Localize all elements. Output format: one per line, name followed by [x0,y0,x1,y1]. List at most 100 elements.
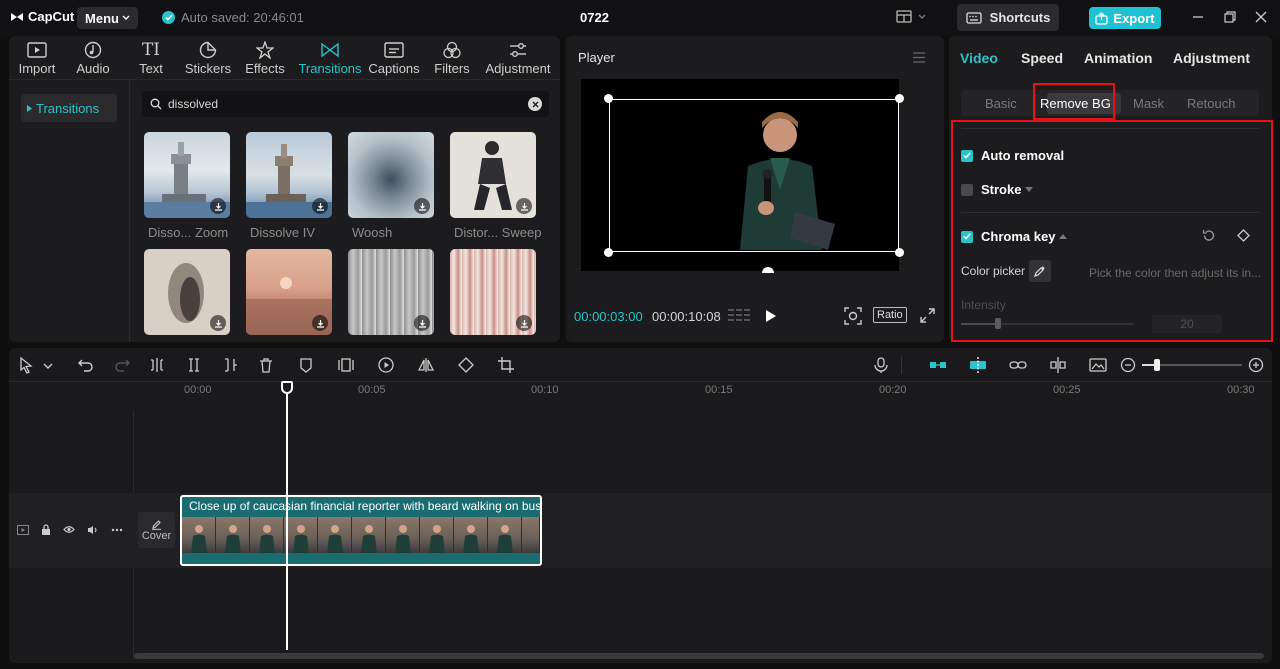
cover-button[interactable]: Cover [138,512,175,548]
intensity-value[interactable]: 20 [1152,315,1222,333]
eye-icon[interactable] [63,525,75,534]
playhead[interactable] [286,388,288,650]
undo-icon[interactable] [77,356,95,374]
marker-icon[interactable] [297,356,315,374]
download-icon[interactable] [210,315,226,331]
timecode-grid-icon[interactable] [728,308,750,324]
rotate-icon[interactable] [457,356,475,374]
zoom-slider-thumb[interactable] [1154,359,1160,371]
transition-thumb[interactable] [144,249,230,335]
download-icon[interactable] [414,198,430,214]
microphone-icon[interactable] [872,356,890,374]
transition-thumb-dissolve-iv[interactable] [246,132,332,218]
delete-icon[interactable] [257,356,275,374]
play-icon[interactable] [765,309,777,323]
ratio-button[interactable]: Ratio [873,307,907,323]
download-icon[interactable] [210,198,226,214]
split-left-icon[interactable] [185,356,203,374]
transition-thumb-dissolve-zoom[interactable] [144,132,230,218]
fit-screen-icon[interactable] [844,307,862,325]
mirror-icon[interactable] [417,356,435,374]
menu-button[interactable]: Menu [77,7,138,29]
layout-switch[interactable] [896,10,926,23]
sub-tab-retouch[interactable]: Retouch [1187,96,1235,111]
crop-icon[interactable] [497,356,515,374]
tab-filters[interactable]: Filters [434,40,470,76]
download-icon[interactable] [516,198,532,214]
caret-down-icon[interactable] [1025,187,1034,192]
resize-handle[interactable] [604,248,613,257]
caret-up-icon[interactable] [1059,234,1068,239]
download-icon[interactable] [312,198,328,214]
volume-icon[interactable] [87,525,99,535]
redo-icon[interactable] [113,356,131,374]
sub-tab-mask[interactable]: Mask [1133,96,1164,111]
time-ruler[interactable]: 00:00 00:05 00:10 00:15 00:20 00:25 00:3… [133,382,1263,406]
fullscreen-icon[interactable] [920,308,935,323]
minimize-icon[interactable] [1191,10,1205,24]
zoom-slider[interactable] [1142,359,1242,371]
zoom-out-icon[interactable] [1119,356,1137,374]
intensity-slider-thumb[interactable] [995,318,1001,329]
close-icon[interactable] [1254,10,1268,24]
preview-axis-icon[interactable] [1049,356,1067,374]
link-icon[interactable] [1009,356,1027,374]
tab-animation[interactable]: Animation [1084,50,1152,66]
tab-audio[interactable]: Audio [75,40,111,76]
color-picker-button[interactable] [1029,260,1051,282]
hamburger-menu-icon[interactable] [912,52,926,63]
transition-thumb[interactable] [450,249,536,335]
tab-video[interactable]: Video [960,50,998,66]
project-title[interactable]: 0722 [580,10,609,25]
search-input[interactable] [168,97,508,111]
stroke-checkbox[interactable] [961,183,973,196]
clear-search-icon[interactable] [528,97,542,111]
playhead-handle[interactable] [281,381,293,394]
reverse-icon[interactable] [377,356,395,374]
tab-effects[interactable]: Effects [245,40,285,76]
thumbnail-view-icon[interactable] [1089,356,1107,374]
video-frame[interactable] [604,94,904,257]
resize-handle[interactable] [604,94,613,103]
transition-thumb[interactable] [246,249,332,335]
transition-thumb-woosh[interactable] [348,132,434,218]
tab-adjustment[interactable]: Adjustment [1173,50,1250,66]
transition-thumb[interactable] [348,249,434,335]
zoom-in-icon[interactable] [1247,356,1265,374]
side-nav-transitions[interactable]: Transitions [21,94,117,122]
intensity-slider[interactable] [961,318,1133,329]
download-icon[interactable] [312,315,328,331]
video-clip[interactable]: Close up of caucasian financial reporter… [180,495,542,566]
export-button[interactable]: Export [1089,7,1161,29]
tab-text[interactable]: TI Text [137,40,165,77]
chroma-key-checkbox[interactable] [961,230,973,243]
transition-thumb-distortion-sweep[interactable] [450,132,536,218]
tab-speed[interactable]: Speed [1021,50,1063,66]
tab-transitions[interactable]: Transitions [297,40,363,76]
auto-removal-checkbox[interactable] [961,149,973,162]
more-icon[interactable] [111,528,123,532]
reset-icon[interactable] [1202,229,1215,242]
preview-canvas[interactable] [581,79,904,273]
split-right-icon[interactable] [221,356,239,374]
resize-handle[interactable] [895,248,904,257]
resize-handle[interactable] [895,94,904,103]
freeze-icon[interactable] [337,356,355,374]
download-icon[interactable] [516,315,532,331]
sub-tab-basic[interactable]: Basic [985,96,1017,111]
restore-icon[interactable] [1223,10,1237,24]
split-icon[interactable] [148,356,166,374]
track-type-icon[interactable] [17,524,29,535]
shortcuts-button[interactable]: Shortcuts [957,4,1059,31]
tab-adjustment[interactable]: Adjustment [485,40,551,76]
main-track-magnet-icon[interactable] [929,356,947,374]
keyframe-icon[interactable] [1237,229,1250,242]
download-icon[interactable] [414,315,430,331]
auto-snap-icon[interactable] [969,356,987,374]
tab-stickers[interactable]: Stickers [185,40,231,76]
rotate-handle-icon[interactable] [761,265,775,273]
lock-icon[interactable] [41,524,51,535]
tab-captions[interactable]: Captions [368,40,420,76]
timeline-scrollbar[interactable] [134,653,1264,659]
tab-import[interactable]: Import [16,40,58,76]
